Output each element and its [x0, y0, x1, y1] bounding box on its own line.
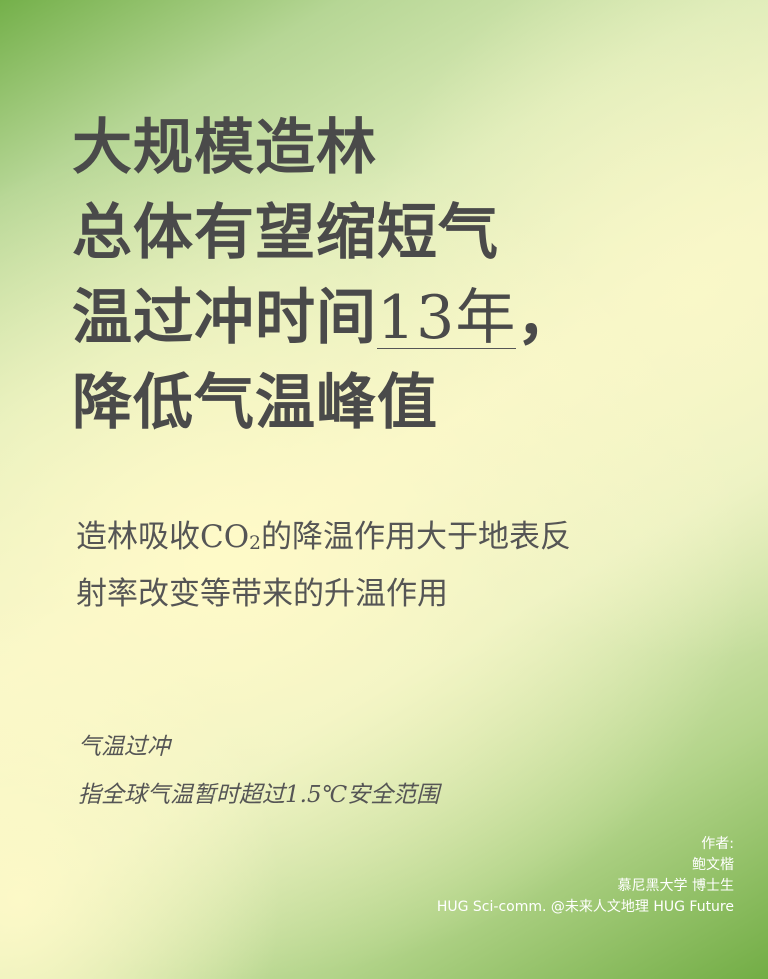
subtitle: 造林吸收CO2的降温作用大于地表反 射率改变等带来的升温作用 — [76, 512, 571, 619]
credits-affiliation: 慕尼黑大学 博士生 — [617, 878, 734, 894]
headline-line-4: 降低气温峰值 — [72, 368, 438, 438]
headline-highlight-13-years: 13年 — [377, 283, 517, 353]
note-term: 气温过冲 — [78, 734, 170, 760]
credits-author: 鲍文楷 — [692, 857, 734, 873]
subtitle-line-1: 造林吸收CO2的降温作用大于地表反 — [76, 512, 571, 569]
headline-line-3-punct: ， — [516, 283, 578, 353]
note-definition: 指全球气温暂时超过1.5℃安全范围 — [78, 782, 440, 808]
credits: 作者: 鲍文楷 慕尼黑大学 博士生 HUG Sci-comm. @未来人文地理 … — [437, 834, 734, 918]
headline-line-2: 总体有望缩短气 — [72, 198, 499, 268]
headline-line-3-prefix: 温过冲时间 — [72, 283, 377, 353]
subtitle-line-1-before: 造林吸收CO — [76, 519, 250, 555]
credits-source: HUG Sci-comm. @未来人文地理 HUG Future — [436, 899, 734, 915]
credits-label: 作者: — [701, 836, 734, 852]
co2-subscript: 2 — [249, 533, 261, 554]
headline-line-1: 大规模造林 — [72, 113, 377, 183]
definition-note: 气温过冲 指全球气温暂时超过1.5℃安全范围 — [78, 725, 439, 817]
headline: 大规模造林 总体有望缩短气 温过冲时间13年， 降低气温峰值 — [72, 106, 577, 446]
headline-line-3: 温过冲时间13年， — [72, 276, 577, 361]
subtitle-line-1-after: 的降温作用大于地表反 — [260, 519, 571, 555]
subtitle-line-2: 射率改变等带来的升温作用 — [76, 576, 448, 612]
